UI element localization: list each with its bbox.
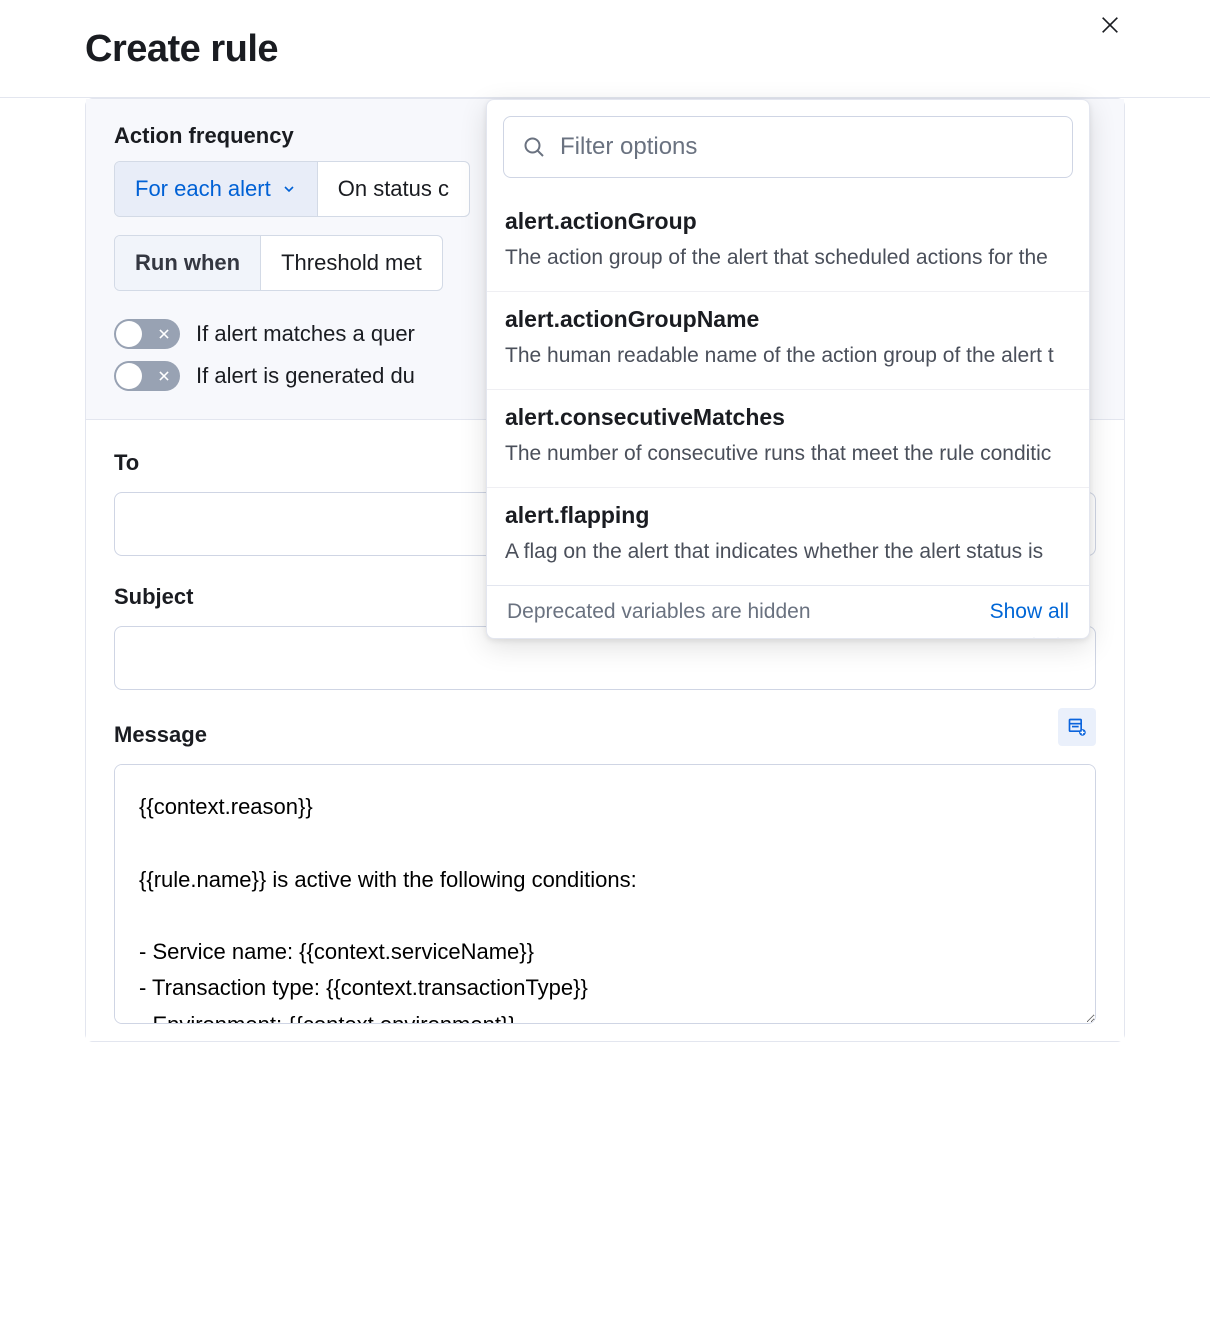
option-name: alert.consecutiveMatches	[505, 404, 1071, 431]
run-when-label-box: Run when	[115, 236, 260, 290]
message-textarea[interactable]	[114, 764, 1096, 1024]
search-icon	[522, 135, 546, 159]
options-list: alert.actionGroup The action group of th…	[487, 194, 1089, 585]
show-all-link[interactable]: Show all	[990, 600, 1069, 624]
run-when-row: Run when Threshold met	[114, 235, 443, 291]
filter-options-search[interactable]	[503, 116, 1073, 178]
option-alert-actionGroupName[interactable]: alert.actionGroupName The human readable…	[487, 292, 1089, 390]
option-desc: The human readable name of the action gr…	[505, 341, 1071, 371]
option-name: alert.actionGroup	[505, 208, 1071, 235]
toggle-knob	[116, 363, 142, 389]
close-icon	[1099, 14, 1121, 36]
toggle-label-1: If alert matches a quer	[196, 321, 415, 347]
variable-insert-icon	[1067, 717, 1087, 737]
option-desc: The number of consecutive runs that meet…	[505, 439, 1071, 469]
option-alert-flapping[interactable]: alert.flapping A flag on the alert that …	[487, 488, 1089, 585]
x-icon	[157, 369, 171, 383]
run-when-label: Run when	[135, 250, 240, 276]
option-desc: A flag on the alert that indicates wheth…	[505, 537, 1071, 567]
rule-panel: Action frequency For each alert On statu…	[85, 98, 1125, 1042]
insert-variable-button[interactable]	[1058, 708, 1096, 746]
option-name: alert.actionGroupName	[505, 306, 1071, 333]
run-when-value: Threshold met	[281, 250, 422, 276]
run-when-value-select[interactable]: Threshold met	[260, 236, 442, 290]
filter-options-input[interactable]	[560, 133, 1054, 161]
frequency-active-label: For each alert	[135, 176, 271, 202]
frequency-for-each-alert[interactable]: For each alert	[115, 162, 317, 216]
frequency-on-status-change[interactable]: On status c	[317, 162, 469, 216]
message-label: Message	[114, 722, 207, 748]
frequency-other-label: On status c	[338, 176, 449, 202]
option-desc: The action group of the alert that sched…	[505, 243, 1071, 273]
option-alert-consecutiveMatches[interactable]: alert.consecutiveMatches The number of c…	[487, 390, 1089, 488]
toggle-knob	[116, 321, 142, 347]
page-title: Create rule	[85, 28, 1125, 71]
deprecated-hint: Deprecated variables are hidden	[507, 600, 811, 624]
option-name: alert.flapping	[505, 502, 1071, 529]
x-icon	[157, 327, 171, 341]
toggle-label-2: If alert is generated du	[196, 363, 415, 389]
frequency-select-row: For each alert On status c	[114, 161, 470, 217]
variable-options-popover: alert.actionGroup The action group of th…	[486, 99, 1090, 639]
toggle-if-matches-query[interactable]	[114, 319, 180, 349]
chevron-down-icon	[281, 181, 297, 197]
option-alert-actionGroup[interactable]: alert.actionGroup The action group of th…	[487, 194, 1089, 292]
toggle-if-generated-during[interactable]	[114, 361, 180, 391]
close-button[interactable]	[1099, 14, 1121, 36]
popover-footer: Deprecated variables are hidden Show all	[487, 585, 1089, 638]
